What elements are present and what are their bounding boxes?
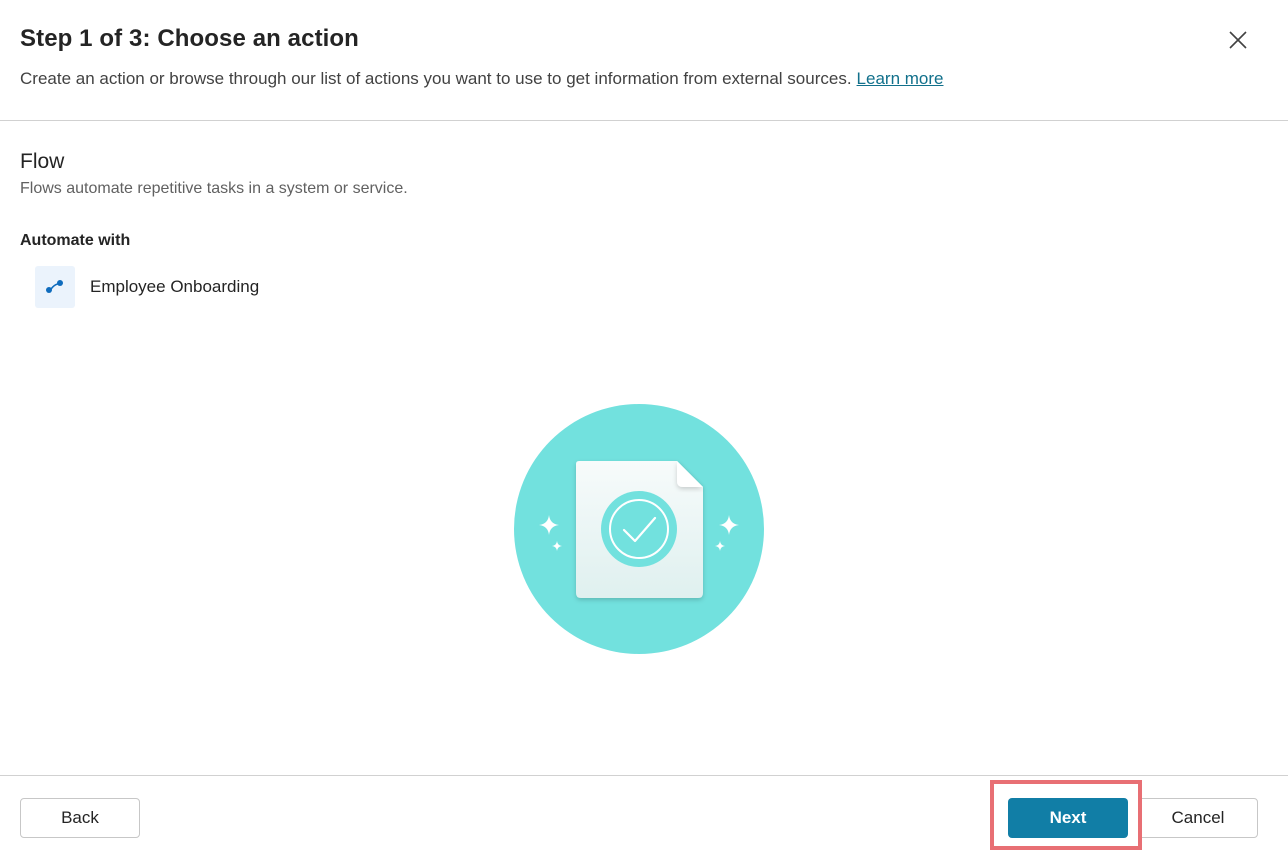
dialog-header: Step 1 of 3: Choose an action Create an …: [0, 0, 1288, 121]
next-button[interactable]: Next: [1008, 798, 1128, 838]
choose-action-dialog: Step 1 of 3: Choose an action Create an …: [0, 0, 1288, 850]
flow-item-employee-onboarding[interactable]: Employee Onboarding: [35, 266, 259, 308]
section-description: Flows automate repetitive tasks in a sys…: [20, 180, 408, 197]
document-check-illustration: [514, 404, 764, 654]
flow-icon: [35, 266, 75, 308]
section-title: Flow: [20, 150, 65, 173]
automate-with-label: Automate with: [20, 232, 131, 249]
learn-more-link[interactable]: Learn more: [857, 69, 944, 88]
back-button[interactable]: Back: [20, 798, 140, 838]
dialog-footer: Back Next Cancel: [0, 775, 1288, 850]
dialog-title: Step 1 of 3: Choose an action: [20, 25, 359, 52]
dialog-subtitle: Create an action or browse through our l…: [20, 69, 943, 89]
flow-label: Employee Onboarding: [90, 277, 260, 296]
close-icon: [1229, 31, 1247, 49]
subtitle-text: Create an action or browse through our l…: [20, 69, 852, 88]
cancel-button[interactable]: Cancel: [1138, 798, 1258, 838]
close-button[interactable]: [1222, 24, 1254, 56]
